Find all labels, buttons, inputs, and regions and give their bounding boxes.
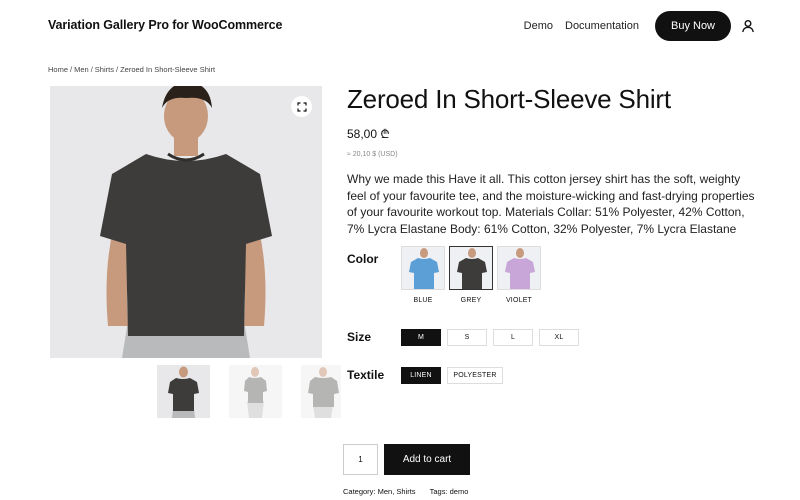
breadcrumb-men[interactable]: Men [74,65,89,74]
swatch-blue[interactable]: BLUE [401,246,445,304]
main-nav: Demo Documentation Buy Now [524,11,755,41]
swatch-label: BLUE [413,297,433,304]
user-icon[interactable] [741,19,755,33]
product-description: Why we made this Have it all. This cotto… [347,172,755,236]
textile-label: Textile [347,368,385,382]
swatch-label: GREY [460,297,482,304]
tags-label: Tags: [429,487,448,496]
product-title: Zeroed In Short-Sleeve Shirt [347,84,671,114]
thumbnail-image [229,365,282,418]
swatch-image [449,246,493,290]
swatch-label: VIOLET [505,297,533,304]
product-price: 58,00 ₾ [347,127,390,141]
fullscreen-button[interactable] [291,96,312,117]
swatch-image [401,246,445,290]
thumbnail-strip [157,365,360,418]
swatch-image [497,246,541,290]
quantity-input[interactable]: 1 [343,444,378,475]
model-photo [50,86,322,358]
size-option-l[interactable]: L [493,329,533,346]
thumbnail-3[interactable] [301,365,341,418]
nav-documentation-link[interactable]: Documentation [565,20,639,32]
site-title[interactable]: Variation Gallery Pro for WooCommerce [48,18,282,32]
breadcrumb-home[interactable]: Home [48,65,68,74]
thumbnail-2[interactable] [229,365,282,418]
thumbnail-image [301,365,341,418]
buy-now-button[interactable]: Buy Now [655,11,731,41]
category-label: Category: [343,487,376,496]
add-to-cart-button[interactable]: Add to cart [384,444,470,475]
size-option-m[interactable]: M [401,329,441,346]
nav-demo-link[interactable]: Demo [524,20,553,32]
textile-option-polyester[interactable]: POLYESTER [447,367,503,384]
product-main-image[interactable] [50,86,322,358]
textile-options: LINEN POLYESTER [401,367,509,384]
breadcrumb: Home / Men / Shirts / Zeroed In Short-Sleeve S… [48,65,216,74]
swatch-violet[interactable]: VIOLET [497,246,541,304]
tag-links[interactable]: demo [450,487,469,496]
swatch-grey[interactable]: GREY [449,246,493,304]
size-label: Size [347,330,372,344]
size-option-xl[interactable]: XL [539,329,579,346]
category-links[interactable]: Men, Shirts [378,487,416,496]
thumbnail-image [157,365,210,418]
breadcrumb-current: Zeroed In Short-Sleeve Shirt [120,65,216,74]
color-swatches: BLUE GREY VIOLET [401,246,545,304]
converted-price: ≈ 20,10 $ (USD) [347,151,398,158]
size-options: M S L XL [401,329,585,346]
textile-option-linen[interactable]: LINEN [401,367,441,384]
color-label: Color [347,252,379,266]
size-option-s[interactable]: S [447,329,487,346]
product-meta: Category: Men, Shirts Tags: demo [343,487,468,496]
fullscreen-icon [296,101,307,112]
thumbnail-1[interactable] [157,365,210,418]
breadcrumb-shirts[interactable]: Shirts [95,65,114,74]
